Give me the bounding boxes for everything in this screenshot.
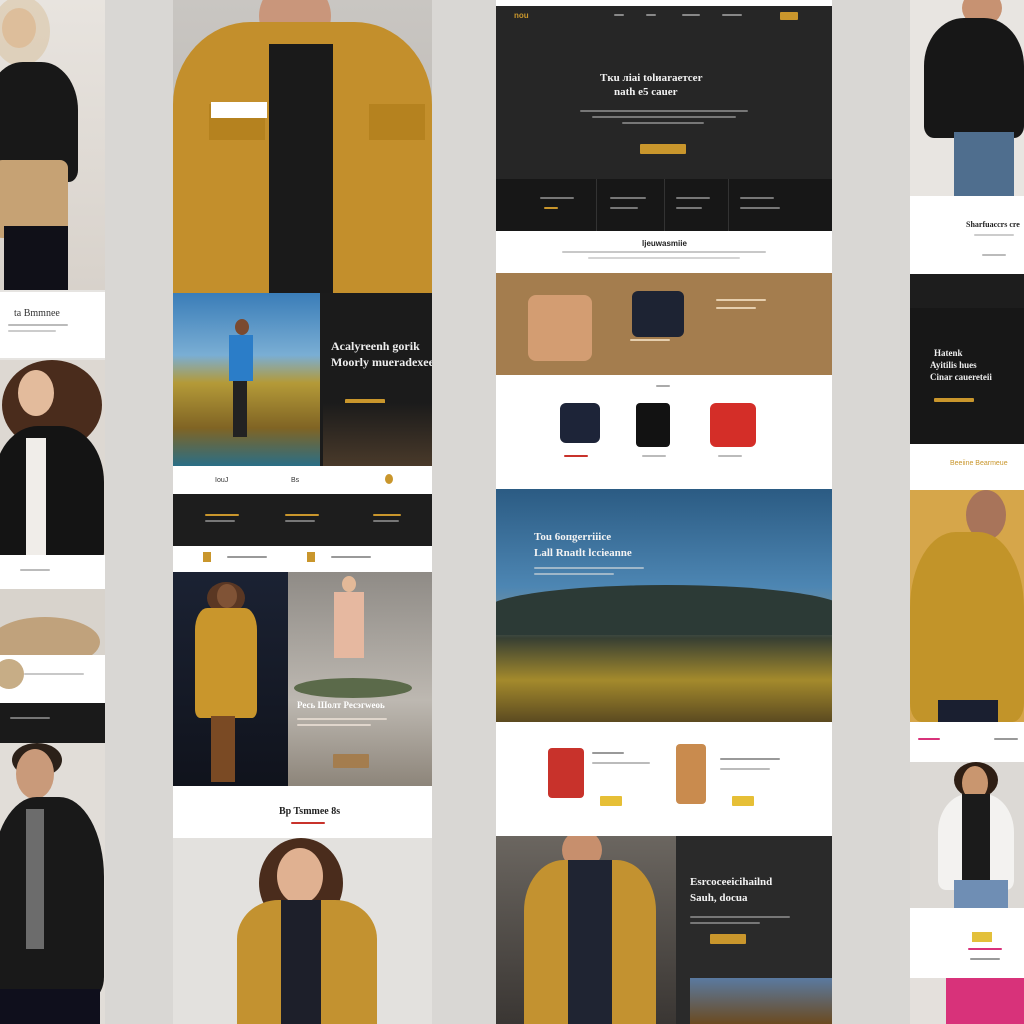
promo-line-1: Esrcoceeicihailnd [690,876,773,888]
promo-line-2: Sauh, docua [690,892,748,904]
product-row [496,722,832,836]
pink-strip [910,978,1024,1024]
dark-strip [0,703,105,743]
hero-jacket-photo [173,0,432,293]
mockup-center: nou Tкu лiai tolиaraeтcer nath e5 cauer [496,0,832,1024]
mockup-right: Sharfuaccrs cre Hatenk Ayitilis hues Cin… [910,0,1024,1024]
overlay-line-2: Moorly mueradexeen [331,355,432,369]
footer-title: Bp Tsmmee 8s [279,806,341,817]
photo-woman-coat [173,838,432,1024]
nav-logo[interactable]: nou [514,11,529,20]
panel-text: Ресь Шолт Ресэгwеоь [297,700,385,710]
hero-line-2: nath e5 cauer [614,86,678,98]
landscape-line-1: Tou 6oпgerriiice [534,531,612,543]
section-title-bar: ljeuwasmiie [496,231,832,273]
landscape-line-2: Lall Rnatlt lccieanne [534,547,632,559]
split-photos: Ресь Шолт Ресэгwеоь [173,572,432,786]
promo-button[interactable] [710,934,746,944]
dark-card-button[interactable] [934,398,974,402]
card-text: Sharfuaccrs cre [966,220,1020,229]
white-strip [0,555,105,589]
strip-text: Beeiine Bearmeue [950,460,1008,467]
strip-text-1: IouJ [215,477,229,484]
sand-photo [0,589,105,655]
section-title: ljeuwasmiie [642,239,687,248]
photo-man-leather [0,743,105,1024]
photo-woman-top [0,0,105,290]
photo-woman-leather [0,360,105,555]
text-bar: ta Bmmnee [0,292,105,358]
product-tan-band [496,273,832,375]
panel-button[interactable] [333,754,369,768]
dark-line-2: Ayitilis hues [930,360,977,370]
hero-dark: nou Tкu лiai tolиaraeтcer nath e5 cauer [496,6,832,179]
white-strip-2 [0,655,105,703]
product-button-2[interactable] [732,796,754,806]
dark-card-right: Hatenk Ayitilis hues Cinar cauereteii [910,308,1024,444]
landscape-hero: Tou 6oпgerriiice Lall Rnatlt lccieanne [496,489,832,722]
hero-2: Acalyreenh gorik Moorly mueradexeen [173,293,432,466]
white-strip-right-2 [910,722,1024,762]
hero-button[interactable] [640,144,686,154]
mockup-left-a: ta Bmmnee [0,0,105,1024]
photo-man-mustard [910,490,1024,722]
white-strip-2 [173,546,432,572]
product-grid [496,375,832,489]
white-card: Sharfuaccrs cre [910,196,1024,274]
strip-text-2: Bs [291,477,300,484]
feature-strip [496,179,832,231]
dark-line-1: Hatenk [934,348,963,358]
product-button-1[interactable] [600,796,622,806]
nav-cta-button[interactable] [780,12,798,20]
dark-feature-strip [173,494,432,546]
footer-white: Bp Tsmmee 8s [173,786,432,838]
overlay-line-1: Acalyreenh gorik [331,339,420,353]
mockup-left-b: Acalyreenh gorik Moorly mueradexeen IouJ… [173,0,432,1024]
photo-man-leather-right [910,0,1024,196]
white-strip-right: Beeiine Bearmeue [910,444,1024,490]
landscape-photo-small [173,293,320,466]
hero-line-1: Tкu лiai tolиaraeтcer [600,72,703,84]
photo-woman-white [910,762,1024,908]
dark-strip-right [910,274,1024,308]
bar-text: ta Bmmnee [14,308,60,319]
white-card-right-2 [910,908,1024,978]
white-strip: IouJ Bs [173,466,432,494]
promo-section: Esrcoceeicihailnd Sauh, docua [496,836,832,1024]
dark-line-3: Cinar cauereteii [930,372,992,382]
